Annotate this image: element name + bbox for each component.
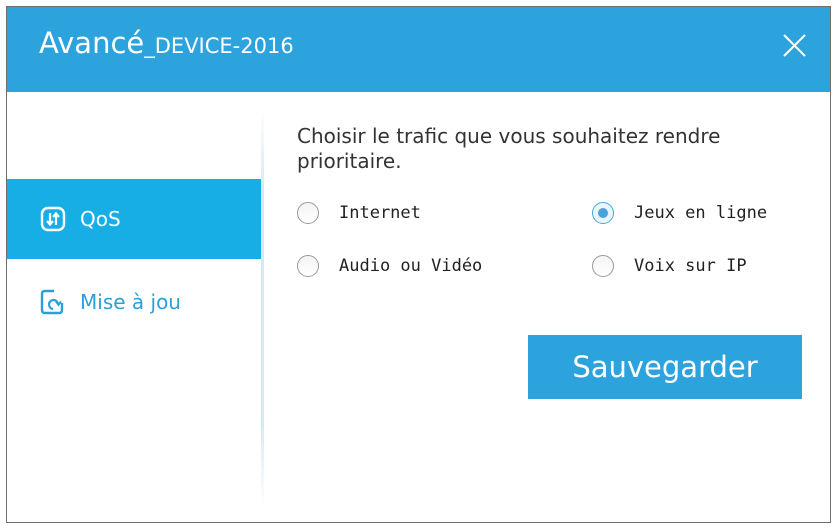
radio-label: Jeux en ligne <box>634 203 768 223</box>
sidebar-item-update[interactable]: Mise à jou <box>7 262 261 342</box>
qos-prompt: Choisir le trafic que vous souhaitez ren… <box>297 124 721 173</box>
close-icon <box>783 34 806 57</box>
radio-label: Voix sur IP <box>634 256 747 276</box>
panel-divider <box>261 107 264 507</box>
qos-arrows-icon <box>40 206 66 232</box>
radio-button[interactable] <box>297 255 319 277</box>
dialog-title: Avancé_DEVICE-2016 <box>39 29 294 58</box>
radio-label: Audio ou Vidéo <box>339 256 483 276</box>
dialog-title-main: Avancé <box>39 26 145 60</box>
radio-button[interactable] <box>592 202 614 224</box>
radio-button[interactable] <box>592 255 614 277</box>
title-bar: Avancé_DEVICE-2016 <box>7 7 830 92</box>
radio-option-internet[interactable]: Internet <box>297 202 421 224</box>
sidebar-item-qos[interactable]: QoS <box>7 179 261 259</box>
close-button[interactable] <box>772 23 816 67</box>
dialog-title-device: _DEVICE-2016 <box>144 34 294 58</box>
sidebar-item-label: QoS <box>80 207 121 231</box>
sidebar-item-label: Mise à jou <box>80 290 181 314</box>
update-icon <box>40 289 66 315</box>
radio-option-online-games[interactable]: Jeux en ligne <box>592 202 767 224</box>
advanced-dialog: Avancé_DEVICE-2016 QoS Mise à jou Choisi… <box>6 6 831 523</box>
radio-option-audio-video[interactable]: Audio ou Vidéo <box>297 255 482 277</box>
save-button[interactable]: Sauvegarder <box>528 335 802 399</box>
sidebar: QoS Mise à jou <box>7 92 261 522</box>
qos-panel: Choisir le trafic que vous souhaitez ren… <box>297 124 817 277</box>
radio-button[interactable] <box>297 202 319 224</box>
radio-option-voip[interactable]: Voix sur IP <box>592 255 747 277</box>
radio-label: Internet <box>339 203 421 223</box>
